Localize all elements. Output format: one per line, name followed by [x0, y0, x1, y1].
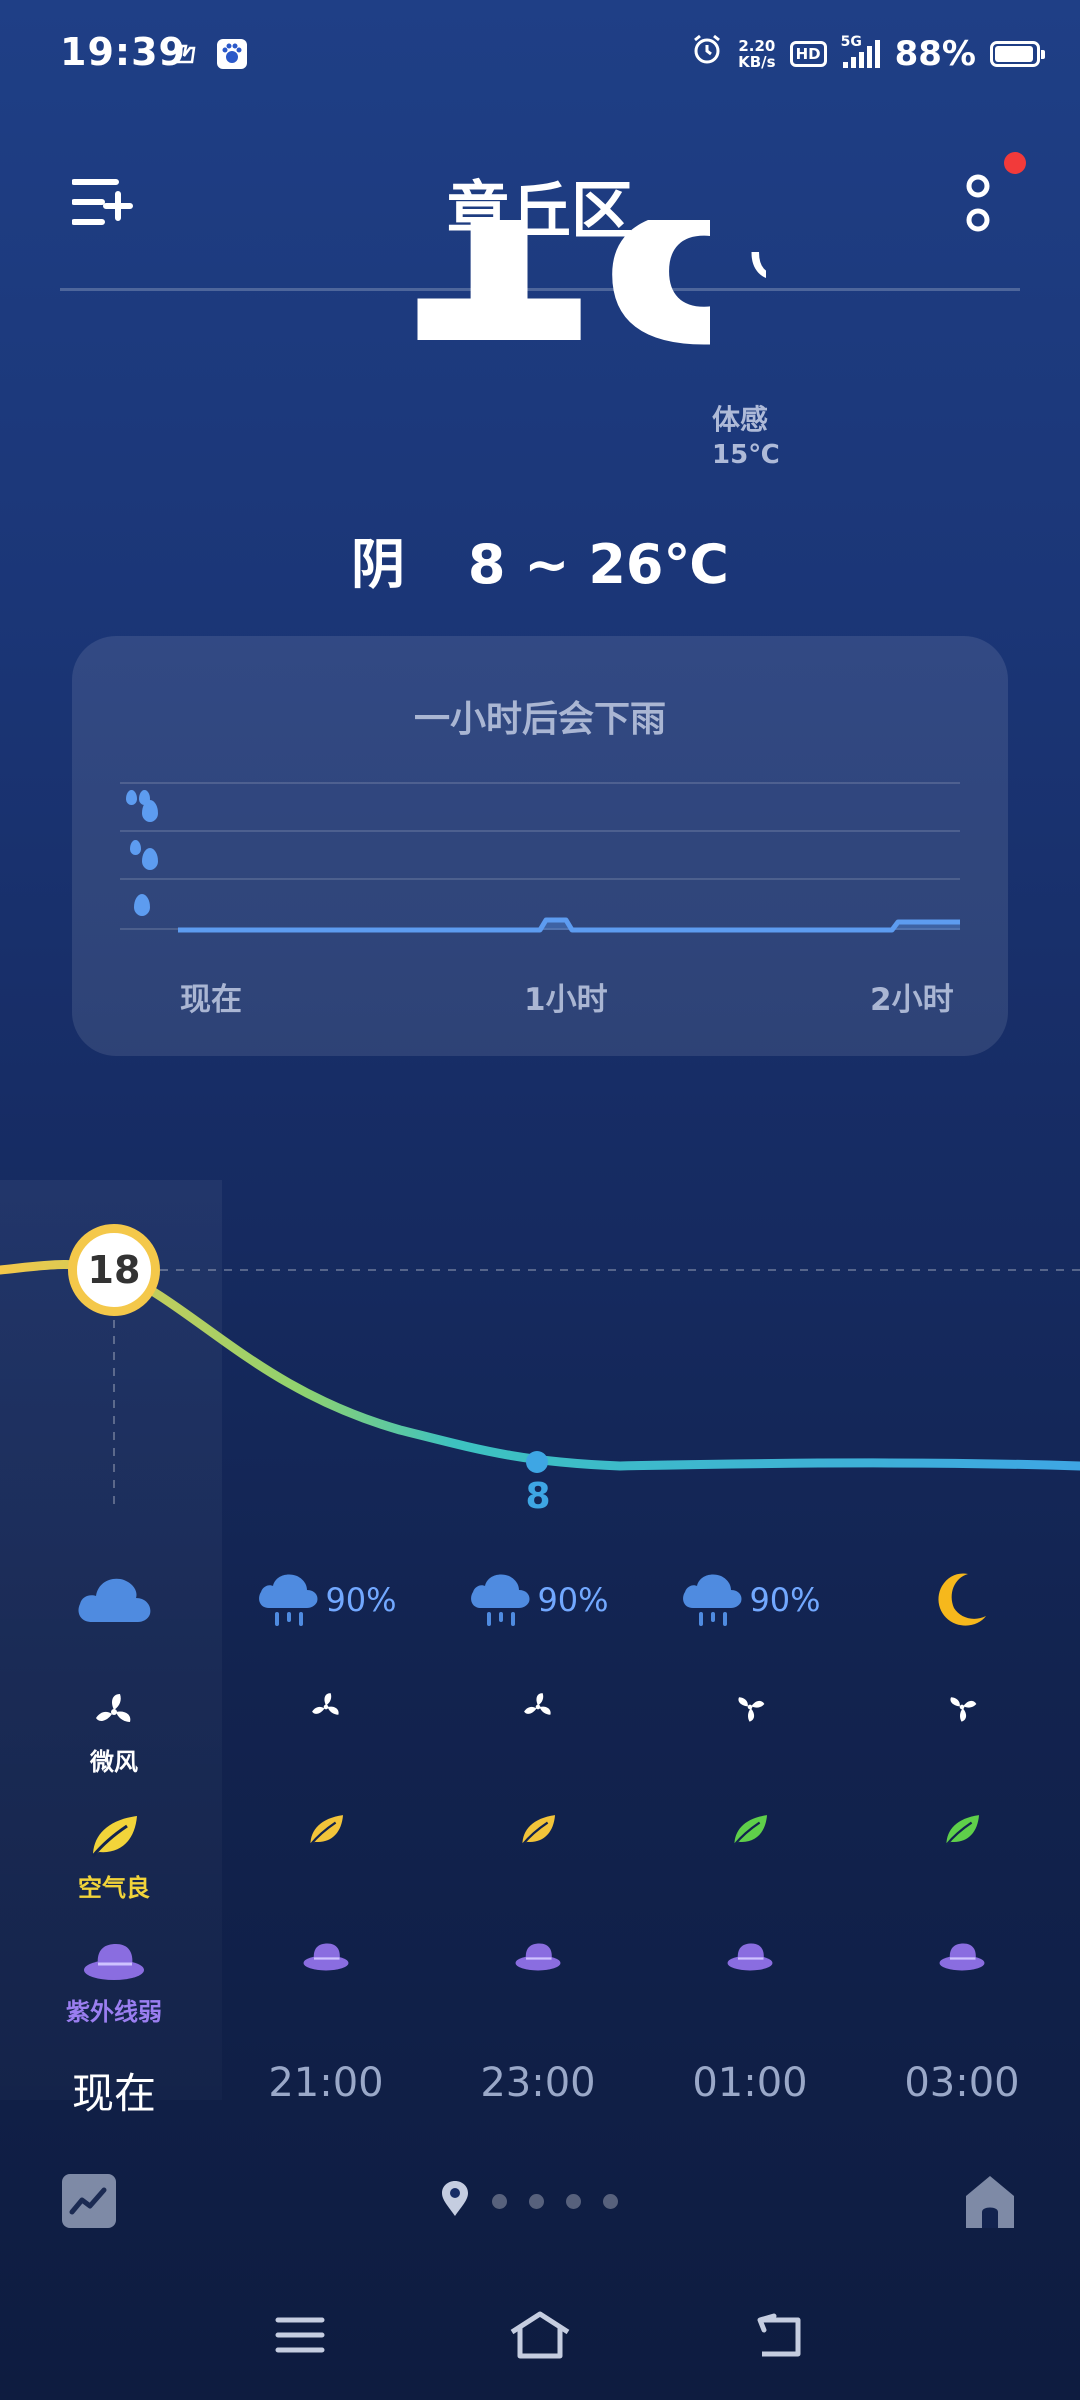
rain-cloud-icon: [255, 1568, 321, 1632]
hat-icon: [82, 1944, 146, 1988]
city-page-indicator[interactable]: [440, 2180, 618, 2222]
hour-2-air-quality: [438, 1812, 638, 1852]
hat-icon: [726, 1943, 774, 1978]
hour-3-air-quality: [650, 1812, 850, 1852]
hour-4-wind: [862, 1690, 1062, 1728]
condition-line: 阴 8 ~ 26℃: [0, 520, 1080, 599]
hd-badge: HD: [789, 40, 827, 67]
hour-3-uv: [650, 1940, 850, 1978]
precipitation-card[interactable]: 一小时后会下雨 现在 1小时 2小时: [72, 636, 1008, 1056]
rain-cloud-icon: [467, 1568, 533, 1632]
notification-dot: [1004, 152, 1026, 174]
page-dot[interactable]: [529, 2193, 544, 2209]
more-vertical-icon[interactable]: [962, 172, 994, 242]
net-speed: 2.20 KB/s: [738, 36, 776, 71]
precip-x-label-1h: 1小时: [524, 982, 608, 1018]
time-label: 21:00: [268, 2060, 384, 2106]
signal-icon: 5G: [841, 34, 881, 70]
location-pin-icon: [440, 2180, 470, 2222]
precip-probability: 90%: [749, 1581, 821, 1619]
page-dot[interactable]: [492, 2193, 507, 2209]
time-label: 23:00: [480, 2060, 596, 2106]
temperature-unit: ℃: [718, 252, 766, 296]
low-temp-label: 8: [525, 1476, 551, 1517]
hour-2-wind: [438, 1690, 638, 1728]
wind-fan-icon: [945, 1697, 979, 1728]
hour-2-uv: [438, 1940, 638, 1978]
hour-3-weather: 90%: [650, 1560, 850, 1640]
trend-chart-button[interactable]: [62, 2174, 116, 2228]
hat-icon: [938, 1943, 986, 1978]
hat-icon: [514, 1943, 562, 1978]
air-quality-label: 空气良: [78, 1874, 150, 1902]
hour-2-weather: 90%: [438, 1560, 638, 1640]
hour-0-weather: [14, 1560, 214, 1640]
alarm-icon: [690, 32, 724, 75]
feels-like-label: 体感: [712, 403, 769, 436]
condition-text: 阴: [351, 533, 406, 596]
trend-chart-icon: [62, 2187, 116, 2232]
hour-1-uv: [226, 1940, 426, 1978]
page-dot[interactable]: [603, 2193, 618, 2209]
hour-1-air-quality: [226, 1812, 426, 1852]
hour-4-air-quality: [862, 1812, 1062, 1852]
hour-3-wind: [650, 1690, 850, 1728]
battery-icon: [990, 40, 1045, 67]
nav-back-button[interactable]: [752, 2310, 812, 2360]
home-icon: [508, 2311, 572, 2364]
temp-range: 8 ~ 26℃: [467, 533, 729, 596]
wind-fan-icon: [521, 1693, 555, 1728]
menu-icon: [270, 2317, 330, 2364]
home-city-icon: [962, 2176, 1018, 2234]
status-time: 19:39: [60, 30, 186, 74]
leaf-icon: [518, 1815, 558, 1852]
baidu-app-icon: [216, 38, 248, 70]
leaf-icon: [730, 1815, 770, 1852]
uv-label: 紫外线弱: [66, 1998, 162, 2026]
wind-fan-icon: [733, 1697, 767, 1728]
leaf-icon: [87, 1816, 141, 1864]
current-temperature: 18: [380, 220, 710, 416]
home-city-button[interactable]: [962, 2172, 1018, 2230]
hat-icon: [302, 1943, 350, 1978]
back-icon: [752, 2313, 812, 2364]
current-temp-marker: 18: [68, 1224, 160, 1316]
moon-icon: [932, 1568, 992, 1632]
status-bar: 19:39 2.20 KB/s HD 5G 88%: [0, 0, 1080, 110]
precip-probability: 90%: [537, 1581, 609, 1619]
wind-fan-icon: [92, 1694, 136, 1738]
precip-x-label-now: 现在: [180, 982, 242, 1018]
battery-percent: 88%: [894, 33, 976, 74]
status-right-group: 2.20 KB/s HD 5G 88%: [690, 32, 1045, 75]
wind-fan-icon: [309, 1693, 343, 1728]
hour-1-wind: [226, 1690, 426, 1728]
time-label: 03:00: [904, 2060, 1020, 2106]
page-dot[interactable]: [566, 2193, 581, 2209]
time-label: 01:00: [692, 2060, 808, 2106]
leaf-icon: [942, 1815, 982, 1852]
rain-cloud-icon: [679, 1568, 745, 1632]
nav-home-button[interactable]: [508, 2310, 570, 2360]
precip-x-label-2h: 2小时: [870, 982, 954, 1018]
wind-label: 微风: [90, 1748, 138, 1776]
cloud-icon: [74, 1570, 154, 1630]
leaf-icon: [306, 1815, 346, 1852]
hour-0-air-quality: 空气良: [14, 1812, 214, 1903]
nav-menu-button[interactable]: [270, 2310, 330, 2360]
precip-probability: 90%: [325, 1581, 397, 1619]
hour-4-weather: [862, 1560, 1062, 1640]
hour-0-uv: 紫外线弱: [14, 1940, 214, 2027]
edit-icon: [172, 38, 204, 70]
hour-1-weather: 90%: [226, 1560, 426, 1640]
hour-0-wind: 微风: [14, 1690, 214, 1777]
hour-4-uv: [862, 1940, 1062, 1978]
time-label-now: 现在: [71, 2069, 156, 2118]
feels-like-value: 15℃: [712, 440, 780, 470]
